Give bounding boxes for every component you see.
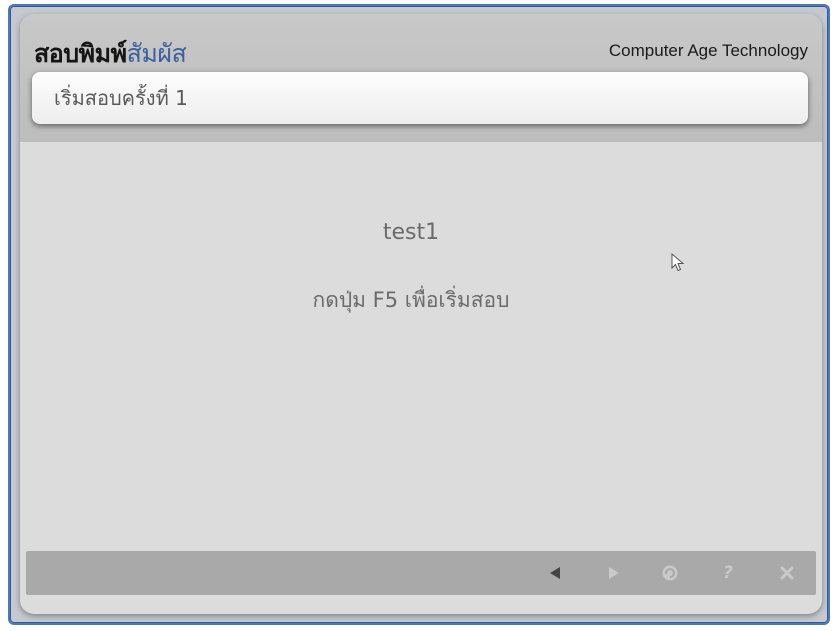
refresh-icon (662, 565, 678, 581)
back-arrow-icon (550, 567, 560, 579)
header: สอบพิมพ์สัมผัส Computer Age Technology เ… (20, 14, 822, 142)
close-button[interactable] (770, 551, 804, 595)
start-instruction: กดปุ่ม F5 เพื่อเริ่มสอบ (312, 288, 510, 312)
app-window: สอบพิมพ์สัมผัส Computer Age Technology เ… (20, 14, 822, 614)
back-button[interactable] (538, 551, 572, 595)
mouse-cursor-icon (671, 253, 685, 272)
main-content: test1 กดปุ่ม F5 เพื่อเริ่มสอบ (20, 142, 822, 546)
test-name: test1 (382, 220, 440, 245)
session-title: เริ่มสอบครั้งที่ 1 (54, 86, 188, 110)
close-icon (780, 566, 794, 580)
bottom-toolbar: ? (26, 551, 816, 595)
subtitle-bar: เริ่มสอบครั้งที่ 1 (32, 72, 808, 124)
refresh-button[interactable] (653, 551, 687, 595)
forward-button[interactable] (597, 551, 631, 595)
app-title: สอบพิมพ์สัมผัส (34, 34, 187, 74)
help-icon: ? (723, 563, 733, 583)
app-title-accent: สัมผัส (126, 39, 187, 68)
company-name: Computer Age Technology (608, 41, 808, 60)
help-button[interactable]: ? (711, 551, 745, 595)
forward-arrow-icon (609, 567, 619, 579)
app-title-main: สอบพิมพ์ (34, 39, 127, 68)
